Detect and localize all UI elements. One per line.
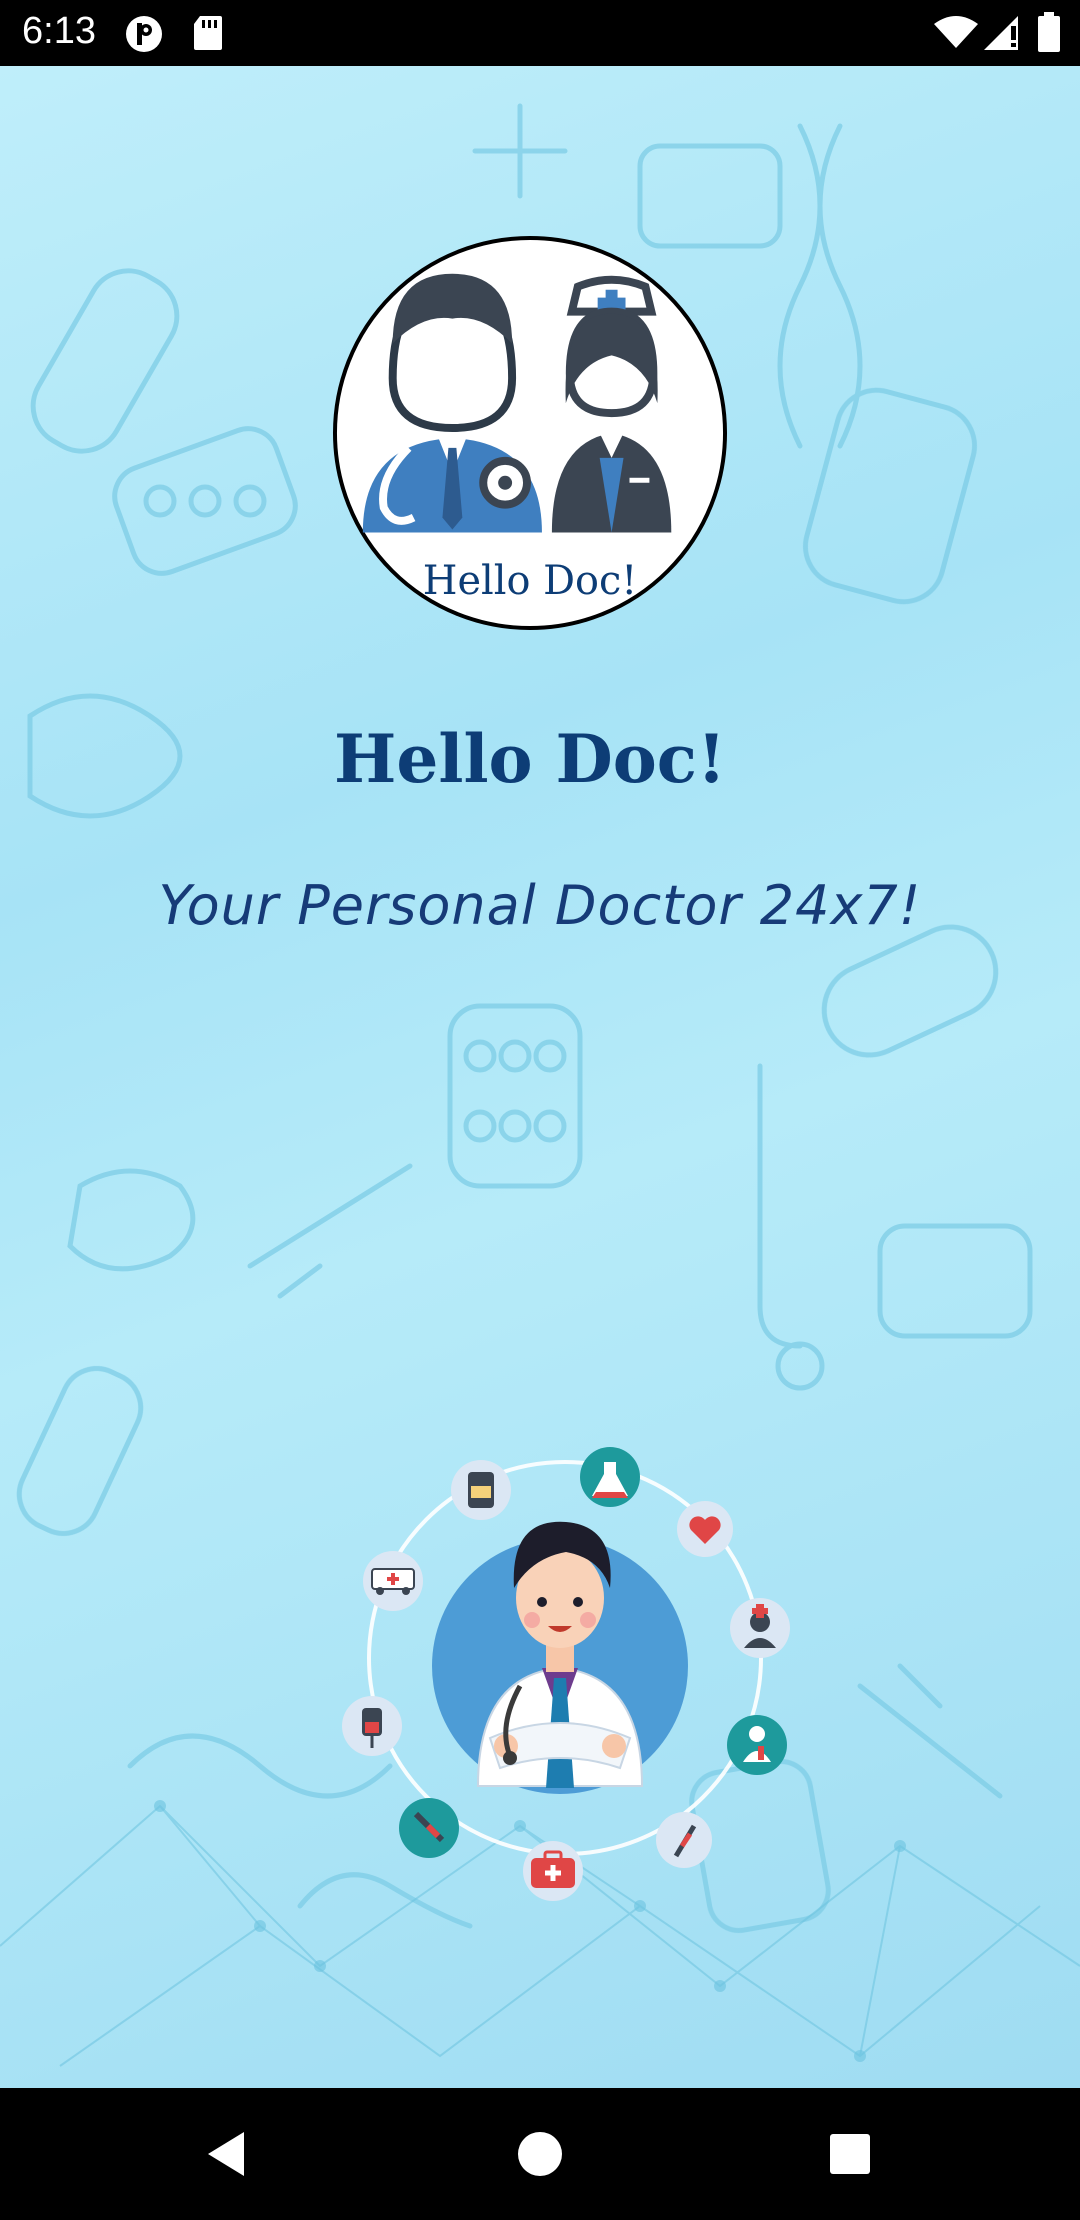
nurse-icon	[730, 1598, 790, 1658]
patient-icon	[727, 1715, 787, 1775]
heart-icon	[677, 1501, 733, 1557]
iv-bag-icon	[342, 1696, 402, 1756]
back-icon[interactable]	[196, 2124, 256, 2184]
logo-text: Hello Doc!	[423, 558, 637, 604]
cell-signal-icon	[984, 16, 1018, 50]
status-bar: 6:13	[0, 0, 1080, 66]
app-title: Hello Doc!	[334, 720, 726, 798]
splash-screen: 6:13 Hello Doc! Hello Doc! Your Personal…	[0, 0, 1080, 2220]
home-icon[interactable]	[510, 2124, 570, 2184]
app-tagline: Your Personal Doctor 24x7!	[158, 874, 922, 937]
p-badge-icon	[126, 16, 162, 52]
battery-icon	[1038, 12, 1060, 52]
doctor-illustration	[342, 1447, 790, 1901]
app-logo: Hello Doc!	[332, 235, 728, 631]
navigation-bar	[0, 2088, 1080, 2220]
medicine-bottle-icon	[451, 1460, 511, 1520]
ambulance-icon	[363, 1551, 423, 1611]
syringe-icon	[656, 1812, 712, 1868]
wifi-icon	[934, 16, 978, 48]
injection-icon	[399, 1798, 459, 1858]
recents-icon[interactable]	[820, 2124, 880, 2184]
first-aid-kit-icon	[523, 1841, 583, 1901]
sd-card-icon	[194, 16, 222, 50]
flask-icon	[580, 1447, 640, 1507]
status-time: 6:13	[22, 10, 96, 52]
splash-content: Hello Doc! Hello Doc! Your Personal Doct…	[0, 66, 1080, 2088]
